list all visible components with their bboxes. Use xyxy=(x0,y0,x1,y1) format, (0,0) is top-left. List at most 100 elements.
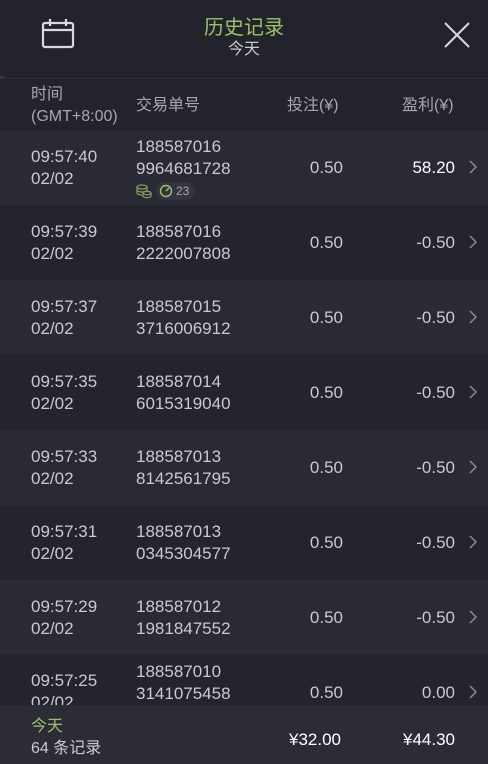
row-order-part1: 188587016 xyxy=(136,137,222,156)
history-panel: 历史记录 今天 时间 (GMT+8:00) 交易单号 投注(¥) 盈利(¥) 0… xyxy=(0,0,488,764)
chevron-right-icon[interactable] xyxy=(468,459,478,475)
chevron-right-icon[interactable] xyxy=(468,159,478,175)
row-time: 09:57:29 xyxy=(31,597,98,616)
row-datetime: 09:57:39 02/02 xyxy=(31,221,97,265)
row-bet: 0.50 xyxy=(309,533,343,552)
speed-badge: 23 xyxy=(156,182,196,200)
row-order: 188587010 3141075458 xyxy=(136,661,231,705)
row-time: 09:57:37 xyxy=(31,297,98,316)
row-order-part2: 3716006912 xyxy=(136,319,231,338)
row-profit: 0.00 xyxy=(421,683,455,702)
row-order: 188587016 9964681728 xyxy=(136,136,231,180)
column-header: 时间 (GMT+8:00) 交易单号 投注(¥) 盈利(¥) xyxy=(0,78,488,131)
row-date: 02/02 xyxy=(31,619,74,638)
footer-profit-total: ¥44.30 xyxy=(403,730,455,749)
column-order: 交易单号 xyxy=(136,97,201,114)
row-order: 188587015 3716006912 xyxy=(136,296,231,340)
row-bet: 0.50 xyxy=(309,383,343,402)
record-row[interactable]: 09:57:37 02/02 188587015 3716006912 0.50… xyxy=(0,280,488,355)
row-order: 188587016 2222007808 xyxy=(136,221,231,265)
chevron-right-icon[interactable] xyxy=(468,384,478,400)
row-datetime: 09:57:37 02/02 xyxy=(31,296,97,340)
row-date: 02/02 xyxy=(31,469,74,488)
row-time: 09:57:31 xyxy=(31,522,98,541)
close-icon[interactable] xyxy=(440,18,474,52)
row-bet: 0.50 xyxy=(309,683,343,702)
summary-footer: 今天 64 条记录 ¥32.00 ¥44.30 xyxy=(0,705,488,764)
row-profit: -0.50 xyxy=(416,458,455,477)
record-row[interactable]: 09:57:35 02/02 188587014 6015319040 0.50… xyxy=(0,355,488,430)
row-order-part2: 1981847552 xyxy=(136,619,231,638)
row-date: 02/02 xyxy=(31,244,74,263)
row-bet: 0.50 xyxy=(309,233,343,252)
row-bet: 0.50 xyxy=(309,458,343,477)
row-profit: -0.50 xyxy=(416,608,455,627)
row-time: 09:57:35 xyxy=(31,372,98,391)
row-date: 02/02 xyxy=(31,319,74,338)
chevron-right-icon[interactable] xyxy=(468,684,478,700)
row-order: 188587013 8142561795 xyxy=(136,446,231,490)
row-order-part2: 8142561795 xyxy=(136,469,231,488)
chevron-right-icon[interactable] xyxy=(468,534,478,550)
row-order-part1: 188587016 xyxy=(136,222,222,241)
row-order: 188587012 1981847552 xyxy=(136,596,231,640)
row-datetime: 09:57:31 02/02 xyxy=(31,521,97,565)
row-datetime: 09:57:29 02/02 xyxy=(31,596,97,640)
speedometer-icon xyxy=(159,184,173,198)
speed-badge-count: 23 xyxy=(176,184,190,198)
row-datetime: 09:57:35 02/02 xyxy=(31,371,97,415)
page-subtitle: 今天 xyxy=(227,41,260,58)
record-row[interactable]: 09:57:25 02/02 188587010 3141075458 0.50… xyxy=(0,655,488,705)
row-profit: 58.20 xyxy=(412,158,455,177)
row-order: 188587013 0345304577 xyxy=(136,521,231,565)
row-date: 02/02 xyxy=(31,394,74,413)
row-order-part2: 0345304577 xyxy=(136,544,231,563)
row-time: 09:57:40 xyxy=(31,147,98,166)
row-order: 188587014 6015319040 xyxy=(136,371,231,415)
row-profit: -0.50 xyxy=(416,233,455,252)
row-profit: -0.50 xyxy=(416,308,455,327)
row-bet: 0.50 xyxy=(309,158,343,177)
header: 历史记录 今天 xyxy=(0,0,488,76)
chevron-right-icon[interactable] xyxy=(468,309,478,325)
row-order-part1: 188587012 xyxy=(136,597,222,616)
record-row[interactable]: 09:57:31 02/02 188587013 0345304577 0.50… xyxy=(0,505,488,580)
record-list: 09:57:40 02/02 188587016 9964681728 23 0… xyxy=(0,130,488,705)
row-bet: 0.50 xyxy=(309,608,343,627)
record-row[interactable]: 09:57:33 02/02 188587013 8142561795 0.50… xyxy=(0,430,488,505)
page-title: 历史记录 xyxy=(204,17,284,39)
column-time-label: 时间 xyxy=(31,86,64,103)
row-order-part1: 188587015 xyxy=(136,297,222,316)
footer-period: 今天 xyxy=(31,718,64,735)
row-time: 09:57:25 xyxy=(31,671,98,690)
row-order-part2: 6015319040 xyxy=(136,394,231,413)
chevron-right-icon[interactable] xyxy=(468,609,478,625)
row-profit: -0.50 xyxy=(416,533,455,552)
record-row[interactable]: 09:57:29 02/02 188587012 1981847552 0.50… xyxy=(0,580,488,655)
row-order-part1: 188587013 xyxy=(136,522,222,541)
row-order-part1: 188587010 xyxy=(136,662,222,681)
row-order-part2: 2222007808 xyxy=(136,244,231,263)
column-profit: 盈利(¥) xyxy=(402,97,454,114)
row-order-part1: 188587014 xyxy=(136,372,222,391)
row-date: 02/02 xyxy=(31,693,74,705)
row-profit: -0.50 xyxy=(416,383,455,402)
row-datetime: 09:57:33 02/02 xyxy=(31,446,97,490)
row-time: 09:57:39 xyxy=(31,222,98,241)
record-row[interactable]: 09:57:39 02/02 188587016 2222007808 0.50… xyxy=(0,205,488,280)
title-block: 历史记录 今天 xyxy=(0,16,488,60)
column-time: 时间 (GMT+8:00) xyxy=(31,84,118,128)
row-time: 09:57:33 xyxy=(31,447,98,466)
row-bet: 0.50 xyxy=(309,308,343,327)
row-date: 02/02 xyxy=(31,169,74,188)
row-datetime: 09:57:25 02/02 xyxy=(31,670,97,705)
record-row[interactable]: 09:57:40 02/02 188587016 9964681728 23 0… xyxy=(0,130,488,205)
row-order-part2: 3141075458 xyxy=(136,684,231,703)
chevron-right-icon[interactable] xyxy=(468,234,478,250)
row-order-part1: 188587013 xyxy=(136,447,222,466)
coins-icon xyxy=(136,184,152,199)
footer-record-count: 64 条记录 xyxy=(31,740,102,757)
column-bet: 投注(¥) xyxy=(287,97,339,114)
row-date: 02/02 xyxy=(31,544,74,563)
footer-bet-total: ¥32.00 xyxy=(289,730,341,749)
